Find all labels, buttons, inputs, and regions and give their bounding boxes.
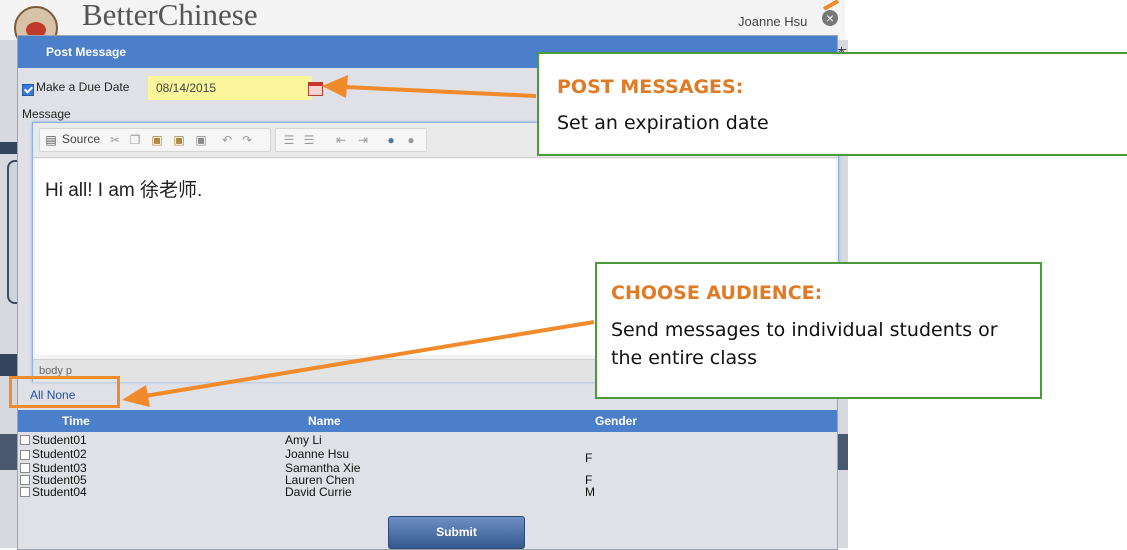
message-label: Message	[22, 107, 71, 121]
message-text: Hi all! I am 徐老师.	[45, 175, 202, 202]
callout-body: Send messages to individual students or …	[611, 319, 998, 369]
student-table-header: Time Name Gender	[18, 410, 837, 432]
message-text-suffix: .	[197, 180, 203, 201]
copy-icon[interactable]: ❐	[128, 133, 142, 147]
cut-icon[interactable]: ✂	[108, 133, 122, 147]
table-row: Student03 Samantha Xie	[18, 462, 837, 474]
redo-icon[interactable]: ↷	[240, 133, 254, 147]
column-header-name[interactable]: Name	[308, 414, 341, 428]
due-date-label: Make a Due Date	[36, 80, 130, 94]
paste-icon[interactable]: ▣	[150, 133, 164, 147]
background-bar	[0, 434, 17, 470]
dialog-title: Post Message	[46, 45, 127, 59]
site-logo-text: BetterChinese	[82, 0, 258, 32]
source-icon[interactable]: ▤	[44, 133, 58, 147]
student-id: Student02	[32, 447, 87, 461]
column-header-time[interactable]: Time	[62, 414, 90, 428]
source-button[interactable]: Source	[62, 132, 100, 146]
table-row: Student01 Amy Li	[18, 434, 837, 446]
student-name: David Currie	[285, 485, 352, 499]
unlink-icon[interactable]: ●	[404, 133, 418, 147]
student-checkbox[interactable]	[20, 475, 30, 485]
due-date-row: Make a Due Date	[22, 76, 323, 100]
paste-word-icon[interactable]: ▣	[194, 133, 208, 147]
student-id: Student04	[32, 485, 87, 499]
column-header-gender[interactable]: Gender	[595, 414, 637, 428]
indent-icon[interactable]: ⇥	[356, 133, 370, 147]
callout-heading: POST MESSAGES:	[557, 76, 744, 98]
user-name[interactable]: Joanne Hsu	[738, 14, 807, 29]
paste-text-icon[interactable]: ▣	[172, 133, 186, 147]
arrow-fragment-icon	[823, 0, 839, 10]
highlight-box	[9, 376, 120, 408]
background-bar	[0, 354, 17, 376]
student-checkbox[interactable]	[20, 487, 30, 497]
table-row: Student04 David Currie M	[18, 486, 837, 498]
numbered-list-icon[interactable]: ☰	[282, 133, 296, 147]
student-checkbox[interactable]	[20, 435, 30, 445]
student-name: Amy Li	[285, 433, 322, 447]
student-gender: M	[585, 485, 595, 499]
callout-choose-audience: CHOOSE AUDIENCE: Send messages to indivi…	[595, 262, 1042, 399]
background-bar	[0, 142, 17, 154]
student-id: Student01	[32, 433, 87, 447]
table-row: Student02 Joanne Hsu F	[18, 446, 837, 464]
bulleted-list-icon[interactable]: ☰	[302, 133, 316, 147]
student-checkbox[interactable]	[20, 463, 30, 473]
undo-icon[interactable]: ↶	[220, 133, 234, 147]
submit-button[interactable]: Submit	[388, 516, 525, 549]
link-icon[interactable]: ●	[384, 133, 398, 147]
message-text-chinese: 徐老师	[140, 179, 198, 201]
table-row: Student05 Lauren Chen F	[18, 474, 837, 486]
toolbar-group-clipboard: ▤ Source ✂ ❐ ▣ ▣ ▣ ↶ ↷	[39, 128, 271, 152]
message-text-prefix: Hi all! I am	[45, 180, 141, 201]
callout-post-messages: POST MESSAGES: Set an expiration date	[537, 52, 1127, 156]
toolbar-group-lists: ☰ ☰ ⇤ ⇥ ● ●	[275, 128, 427, 152]
outdent-icon[interactable]: ⇤	[334, 133, 348, 147]
callout-heading: CHOOSE AUDIENCE:	[611, 282, 823, 304]
close-icon[interactable]: ×	[822, 10, 838, 26]
calendar-icon[interactable]	[308, 82, 323, 96]
due-date-input[interactable]	[148, 76, 312, 100]
student-name: Joanne Hsu	[285, 447, 350, 461]
student-checkbox[interactable]	[20, 450, 30, 460]
due-date-checkbox[interactable]	[22, 83, 34, 96]
callout-body: Set an expiration date	[557, 112, 769, 134]
student-table-body: Student01 Amy Li Student02 Joanne Hsu F …	[18, 434, 837, 498]
